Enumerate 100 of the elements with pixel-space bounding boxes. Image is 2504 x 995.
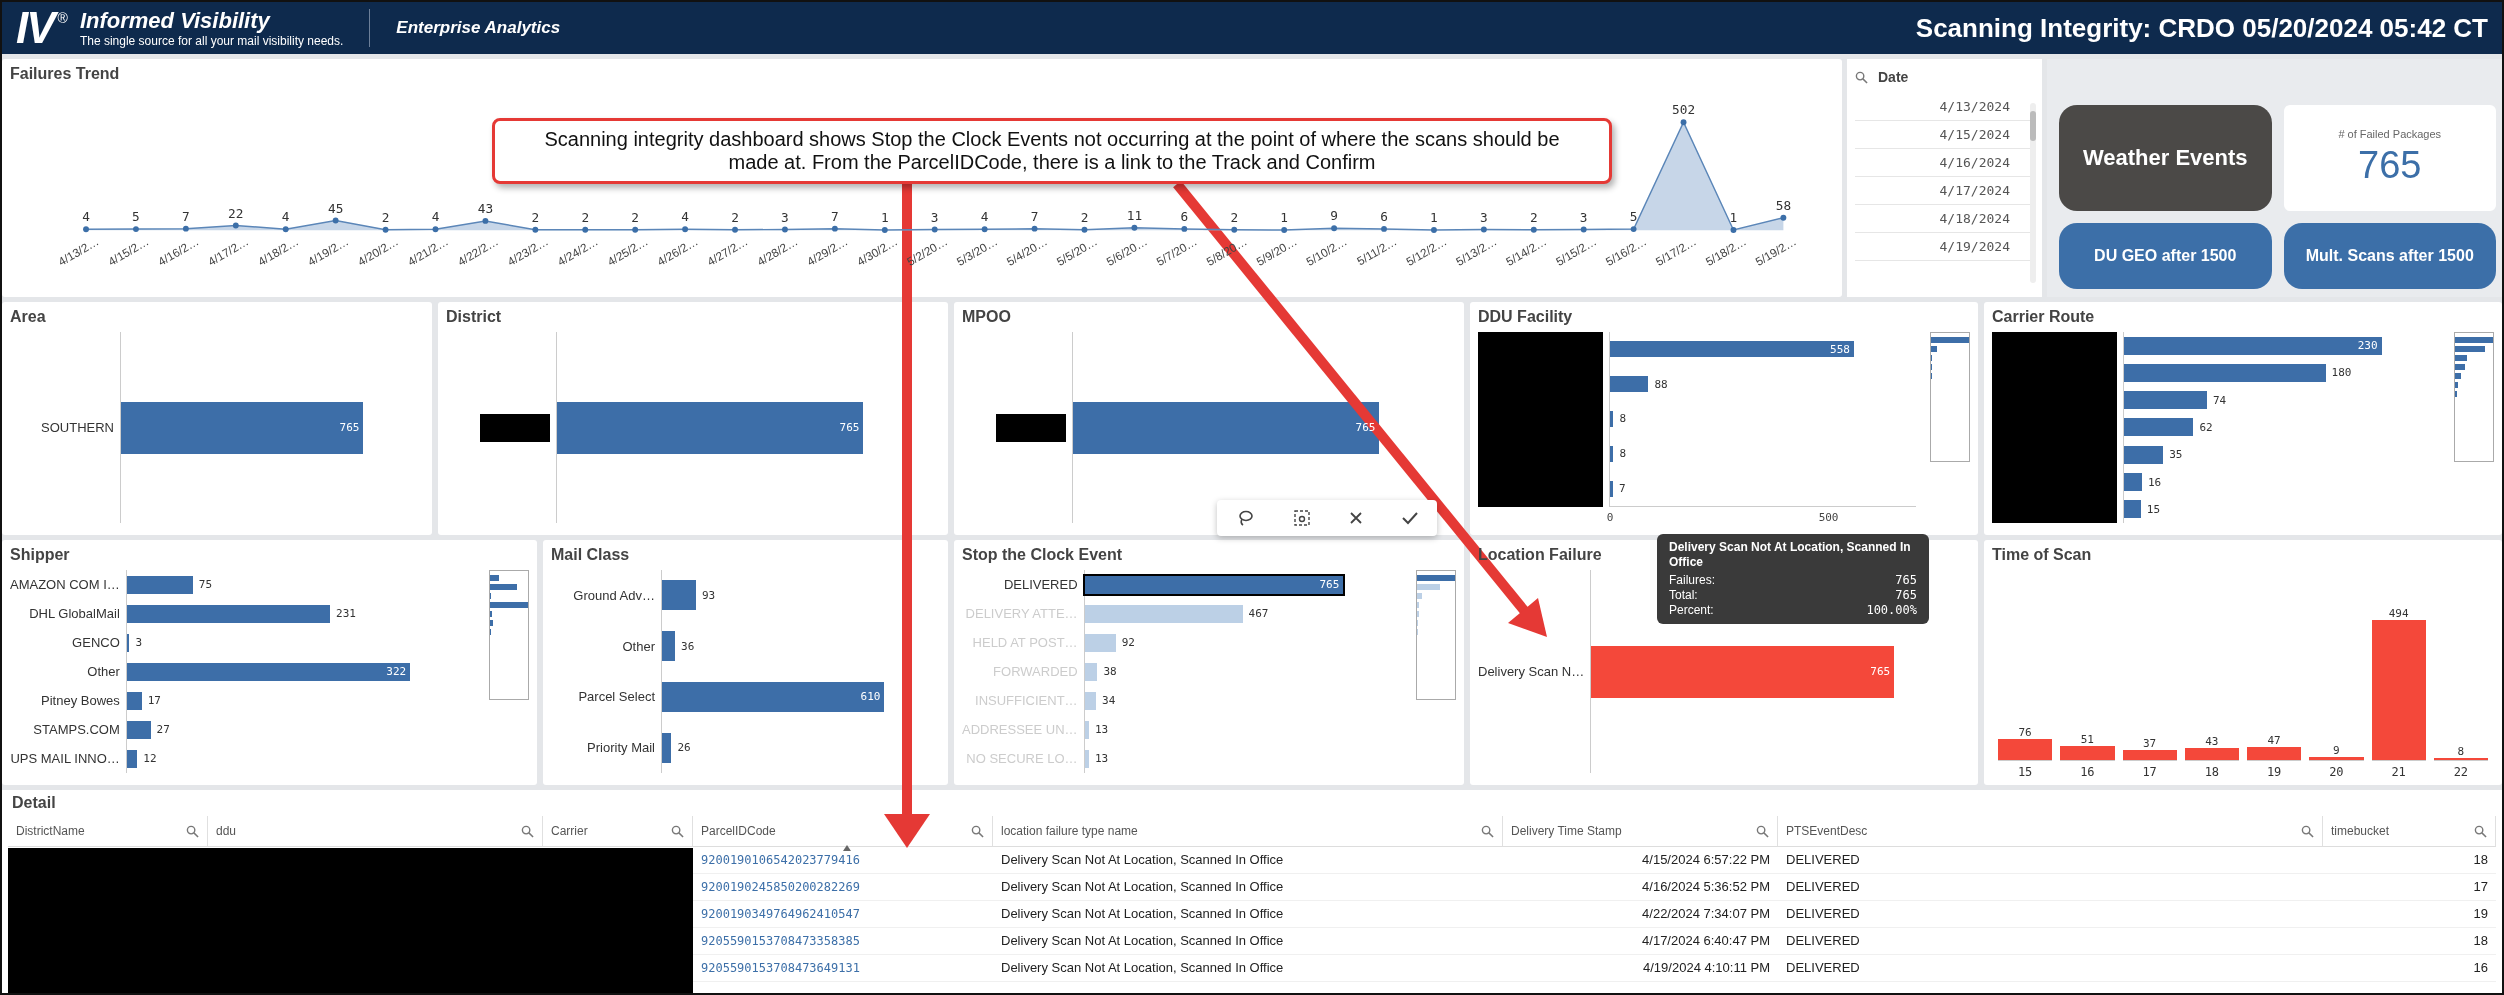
filter-button[interactable]: DU GEO after 1500 — [2059, 222, 2272, 289]
parcel-id-link[interactable]: 9200190245850200282269 — [701, 880, 860, 894]
data-point[interactable] — [1131, 224, 1138, 231]
search-icon[interactable] — [1481, 824, 1494, 838]
data-point[interactable] — [831, 225, 838, 232]
bar[interactable] — [662, 580, 696, 611]
category-label[interactable]: DHL GlobalMail — [29, 606, 120, 621]
column-header[interactable]: location failure type name — [993, 816, 1503, 847]
data-point[interactable] — [881, 227, 888, 233]
data-point[interactable] — [182, 225, 189, 232]
bar[interactable]: 322 — [126, 662, 411, 681]
bar[interactable]: 558 — [1610, 341, 1854, 358]
data-point[interactable] — [1231, 226, 1238, 233]
bar[interactable]: 765 — [1591, 645, 1895, 698]
bar[interactable] — [2124, 363, 2326, 382]
parcel-id-link[interactable]: 9205590153708473358385 — [701, 934, 860, 948]
bar[interactable] — [126, 633, 130, 652]
category-label[interactable]: Pitney Bowes — [41, 693, 120, 708]
search-icon[interactable] — [1756, 824, 1769, 838]
bar[interactable] — [662, 732, 672, 763]
data-point[interactable] — [1780, 214, 1787, 221]
search-icon[interactable] — [2301, 824, 2314, 838]
search-icon[interactable] — [521, 824, 534, 838]
data-point[interactable] — [1181, 225, 1188, 232]
bar[interactable] — [1610, 445, 1614, 462]
data-point[interactable] — [931, 226, 938, 233]
parcel-id-link[interactable]: 9205590153708473649131 — [701, 961, 860, 975]
bar[interactable] — [2124, 500, 2141, 519]
bar[interactable] — [2124, 418, 2194, 437]
data-point[interactable] — [582, 226, 589, 233]
close-icon[interactable] — [1349, 511, 1364, 525]
bar[interactable] — [126, 691, 142, 710]
bar[interactable] — [1610, 411, 1614, 427]
data-point[interactable] — [532, 226, 539, 233]
column-header[interactable]: DistrictName — [8, 816, 208, 847]
data-point[interactable] — [232, 222, 239, 229]
check-icon[interactable] — [1401, 511, 1418, 525]
data-point[interactable] — [1381, 225, 1387, 232]
bar[interactable] — [2184, 747, 2239, 760]
bar[interactable] — [126, 749, 138, 768]
category-label[interactable]: DELIVERED — [1003, 577, 1078, 592]
data-point[interactable] — [482, 218, 489, 224]
scrollbar[interactable] — [2030, 103, 2036, 283]
data-point[interactable] — [83, 226, 89, 233]
bar[interactable] — [1998, 738, 2053, 760]
bar[interactable] — [1610, 480, 1614, 497]
minimap-drawing[interactable] — [1930, 332, 1970, 462]
bar[interactable] — [2060, 745, 2115, 760]
search-icon[interactable] — [671, 824, 684, 838]
bar[interactable] — [2433, 757, 2488, 760]
category-label[interactable]: Ground Adv… — [573, 587, 655, 603]
bar[interactable]: 765 — [121, 401, 364, 454]
minimap-drawing[interactable] — [1416, 570, 1456, 700]
data-point[interactable] — [1031, 225, 1038, 232]
category-label[interactable]: STAMPS.COM — [33, 722, 120, 737]
bar[interactable] — [126, 720, 151, 739]
data-point[interactable] — [1580, 226, 1587, 233]
data-point[interactable] — [981, 226, 988, 233]
parcel-id-link[interactable]: 9200190349764962410547 — [701, 907, 860, 921]
category-label[interactable]: Parcel Select — [578, 689, 655, 705]
select-area-icon[interactable] — [1292, 509, 1311, 527]
bar[interactable]: 610 — [662, 681, 885, 712]
data-point[interactable] — [1431, 227, 1437, 233]
lasso-icon[interactable] — [1236, 509, 1255, 527]
bar[interactable] — [2247, 746, 2302, 760]
bar[interactable] — [126, 604, 331, 623]
data-point[interactable] — [332, 217, 339, 224]
data-point[interactable] — [632, 226, 639, 233]
data-point[interactable] — [133, 226, 139, 233]
bar[interactable] — [1610, 376, 1649, 393]
data-point[interactable] — [682, 226, 689, 233]
category-label[interactable]: Other — [622, 638, 655, 654]
data-point[interactable] — [1081, 226, 1088, 233]
data-point[interactable] — [282, 226, 289, 233]
filter-button[interactable]: Weather Events — [2059, 105, 2272, 211]
column-header[interactable]: Carrier — [543, 816, 693, 847]
bar[interactable]: 765 — [557, 401, 864, 454]
bar[interactable]: 230 — [2124, 336, 2382, 355]
bar[interactable] — [126, 575, 193, 594]
column-header[interactable]: PTSEventDesc — [1778, 816, 2323, 847]
parcel-id-link[interactable]: 9200190106542023779416 — [701, 853, 860, 867]
bar[interactable] — [662, 631, 676, 662]
category-label[interactable]: Other — [87, 664, 120, 679]
filter-button[interactable]: Mult. Scans after 1500 — [2283, 222, 2496, 289]
data-point[interactable] — [1630, 226, 1637, 233]
data-point[interactable] — [1331, 225, 1338, 232]
bar[interactable] — [2124, 445, 2164, 464]
bar[interactable] — [2124, 473, 2142, 492]
category-label[interactable]: AMAZON COM I… — [10, 577, 120, 592]
column-header[interactable]: timebucket — [2323, 816, 2496, 847]
category-label[interactable]: UPS MAIL INNO… — [10, 751, 120, 766]
category-label[interactable]: Priority Mail — [587, 740, 655, 756]
data-point[interactable] — [1281, 227, 1288, 233]
search-icon[interactable] — [2474, 824, 2487, 838]
search-icon[interactable] — [186, 824, 199, 838]
data-point[interactable] — [1480, 226, 1487, 233]
minimap-drawing[interactable] — [2454, 332, 2494, 462]
bar[interactable] — [2124, 391, 2207, 410]
column-header[interactable]: Delivery Time Stamp — [1503, 816, 1778, 847]
data-point[interactable] — [432, 226, 439, 233]
